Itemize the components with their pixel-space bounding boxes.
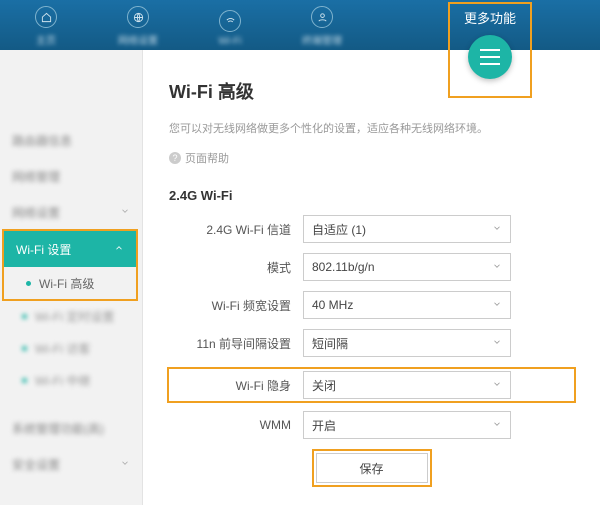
row-wmm: WMM 开启: [169, 411, 574, 439]
top-nav: 主页 网络设置 Wi-Fi 终端管理 更多功能: [0, 0, 600, 50]
nav-devices[interactable]: 终端管理: [276, 0, 368, 53]
content-panel: Wi-Fi 高级 您可以对无线网络做更多个性化的设置，适应各种无线网络环境。 ?…: [143, 50, 600, 505]
section-title-24g: 2.4G Wi-Fi: [169, 188, 574, 203]
nav-wifi[interactable]: Wi-Fi: [184, 0, 276, 53]
page-description: 您可以对无线网络做更多个性化的设置，适应各种无线网络环境。: [169, 120, 574, 136]
row-guard: 11n 前导间隔设置 短间隔: [169, 329, 574, 357]
devices-icon: [311, 6, 333, 28]
select-mode[interactable]: 802.11b/g/n: [303, 253, 511, 281]
page-help-link[interactable]: ?页面帮助: [169, 150, 574, 166]
nav-home[interactable]: 主页: [0, 0, 92, 53]
sidebar-sub-2[interactable]: Wi-Fi 访客: [0, 332, 142, 364]
dot-icon: [22, 314, 27, 319]
chevron-up-icon: [114, 242, 124, 256]
label-channel: 2.4G Wi-Fi 信道: [169, 221, 303, 238]
sidebar-sub-3[interactable]: Wi-Fi 中继: [0, 364, 142, 396]
wifi-icon: [219, 10, 241, 32]
chevron-down-icon: [492, 378, 502, 392]
label-bandwidth: Wi-Fi 频宽设置: [169, 297, 303, 314]
chevron-down-icon: [492, 260, 502, 274]
globe-icon: [127, 6, 149, 28]
select-channel[interactable]: 自适应 (1): [303, 215, 511, 243]
label-mode: 模式: [169, 259, 303, 276]
home-icon: [35, 6, 57, 28]
more-functions-highlight: 更多功能: [448, 2, 532, 98]
chevron-down-icon: [120, 205, 130, 219]
save-highlight: 保存: [312, 449, 432, 487]
label-wmm: WMM: [169, 418, 303, 432]
row-mode: 模式 802.11b/g/n: [169, 253, 574, 281]
chevron-down-icon: [492, 336, 502, 350]
sidebar: 路由器信息 网络管理 网络设置 Wi-Fi 设置 Wi-Fi 高级 Wi-Fi …: [0, 50, 143, 505]
sidebar-sub-1[interactable]: Wi-Fi 定时设置: [0, 300, 142, 332]
row-bandwidth: Wi-Fi 频宽设置 40 MHz: [169, 291, 574, 319]
sidebar-item-1[interactable]: 网络管理: [0, 158, 142, 194]
select-bandwidth[interactable]: 40 MHz: [303, 291, 511, 319]
select-guard[interactable]: 短间隔: [303, 329, 511, 357]
nav-internet[interactable]: 网络设置: [92, 0, 184, 53]
sidebar-item-wifi-settings[interactable]: Wi-Fi 设置: [4, 231, 136, 267]
select-hidden[interactable]: 关闭: [303, 371, 511, 399]
more-functions-label: 更多功能: [464, 8, 516, 27]
select-wmm[interactable]: 开启: [303, 411, 511, 439]
row-channel: 2.4G Wi-Fi 信道 自适应 (1): [169, 215, 574, 243]
sidebar-item-4[interactable]: 安全设置: [0, 446, 142, 482]
sidebar-item-0[interactable]: 路由器信息: [0, 122, 142, 158]
label-guard: 11n 前导间隔设置: [169, 335, 303, 352]
dot-icon: [26, 281, 31, 286]
chevron-down-icon: [492, 298, 502, 312]
row-hidden-highlight: Wi-Fi 隐身 关闭: [167, 367, 576, 403]
sidebar-sub-wifi-advanced[interactable]: Wi-Fi 高级: [4, 267, 136, 299]
wifi-settings-highlight: Wi-Fi 设置 Wi-Fi 高级: [2, 229, 138, 301]
dot-icon: [22, 346, 27, 351]
label-hidden: Wi-Fi 隐身: [169, 377, 303, 394]
chevron-down-icon: [492, 222, 502, 236]
save-button[interactable]: 保存: [316, 453, 428, 483]
help-icon: ?: [169, 152, 181, 164]
hamburger-button[interactable]: [468, 35, 512, 79]
chevron-down-icon: [120, 457, 130, 471]
sidebar-item-2[interactable]: 网络设置: [0, 194, 142, 230]
chevron-down-icon: [492, 418, 502, 432]
dot-icon: [22, 378, 27, 383]
sidebar-item-3[interactable]: 系统管理功能(高): [0, 410, 142, 446]
